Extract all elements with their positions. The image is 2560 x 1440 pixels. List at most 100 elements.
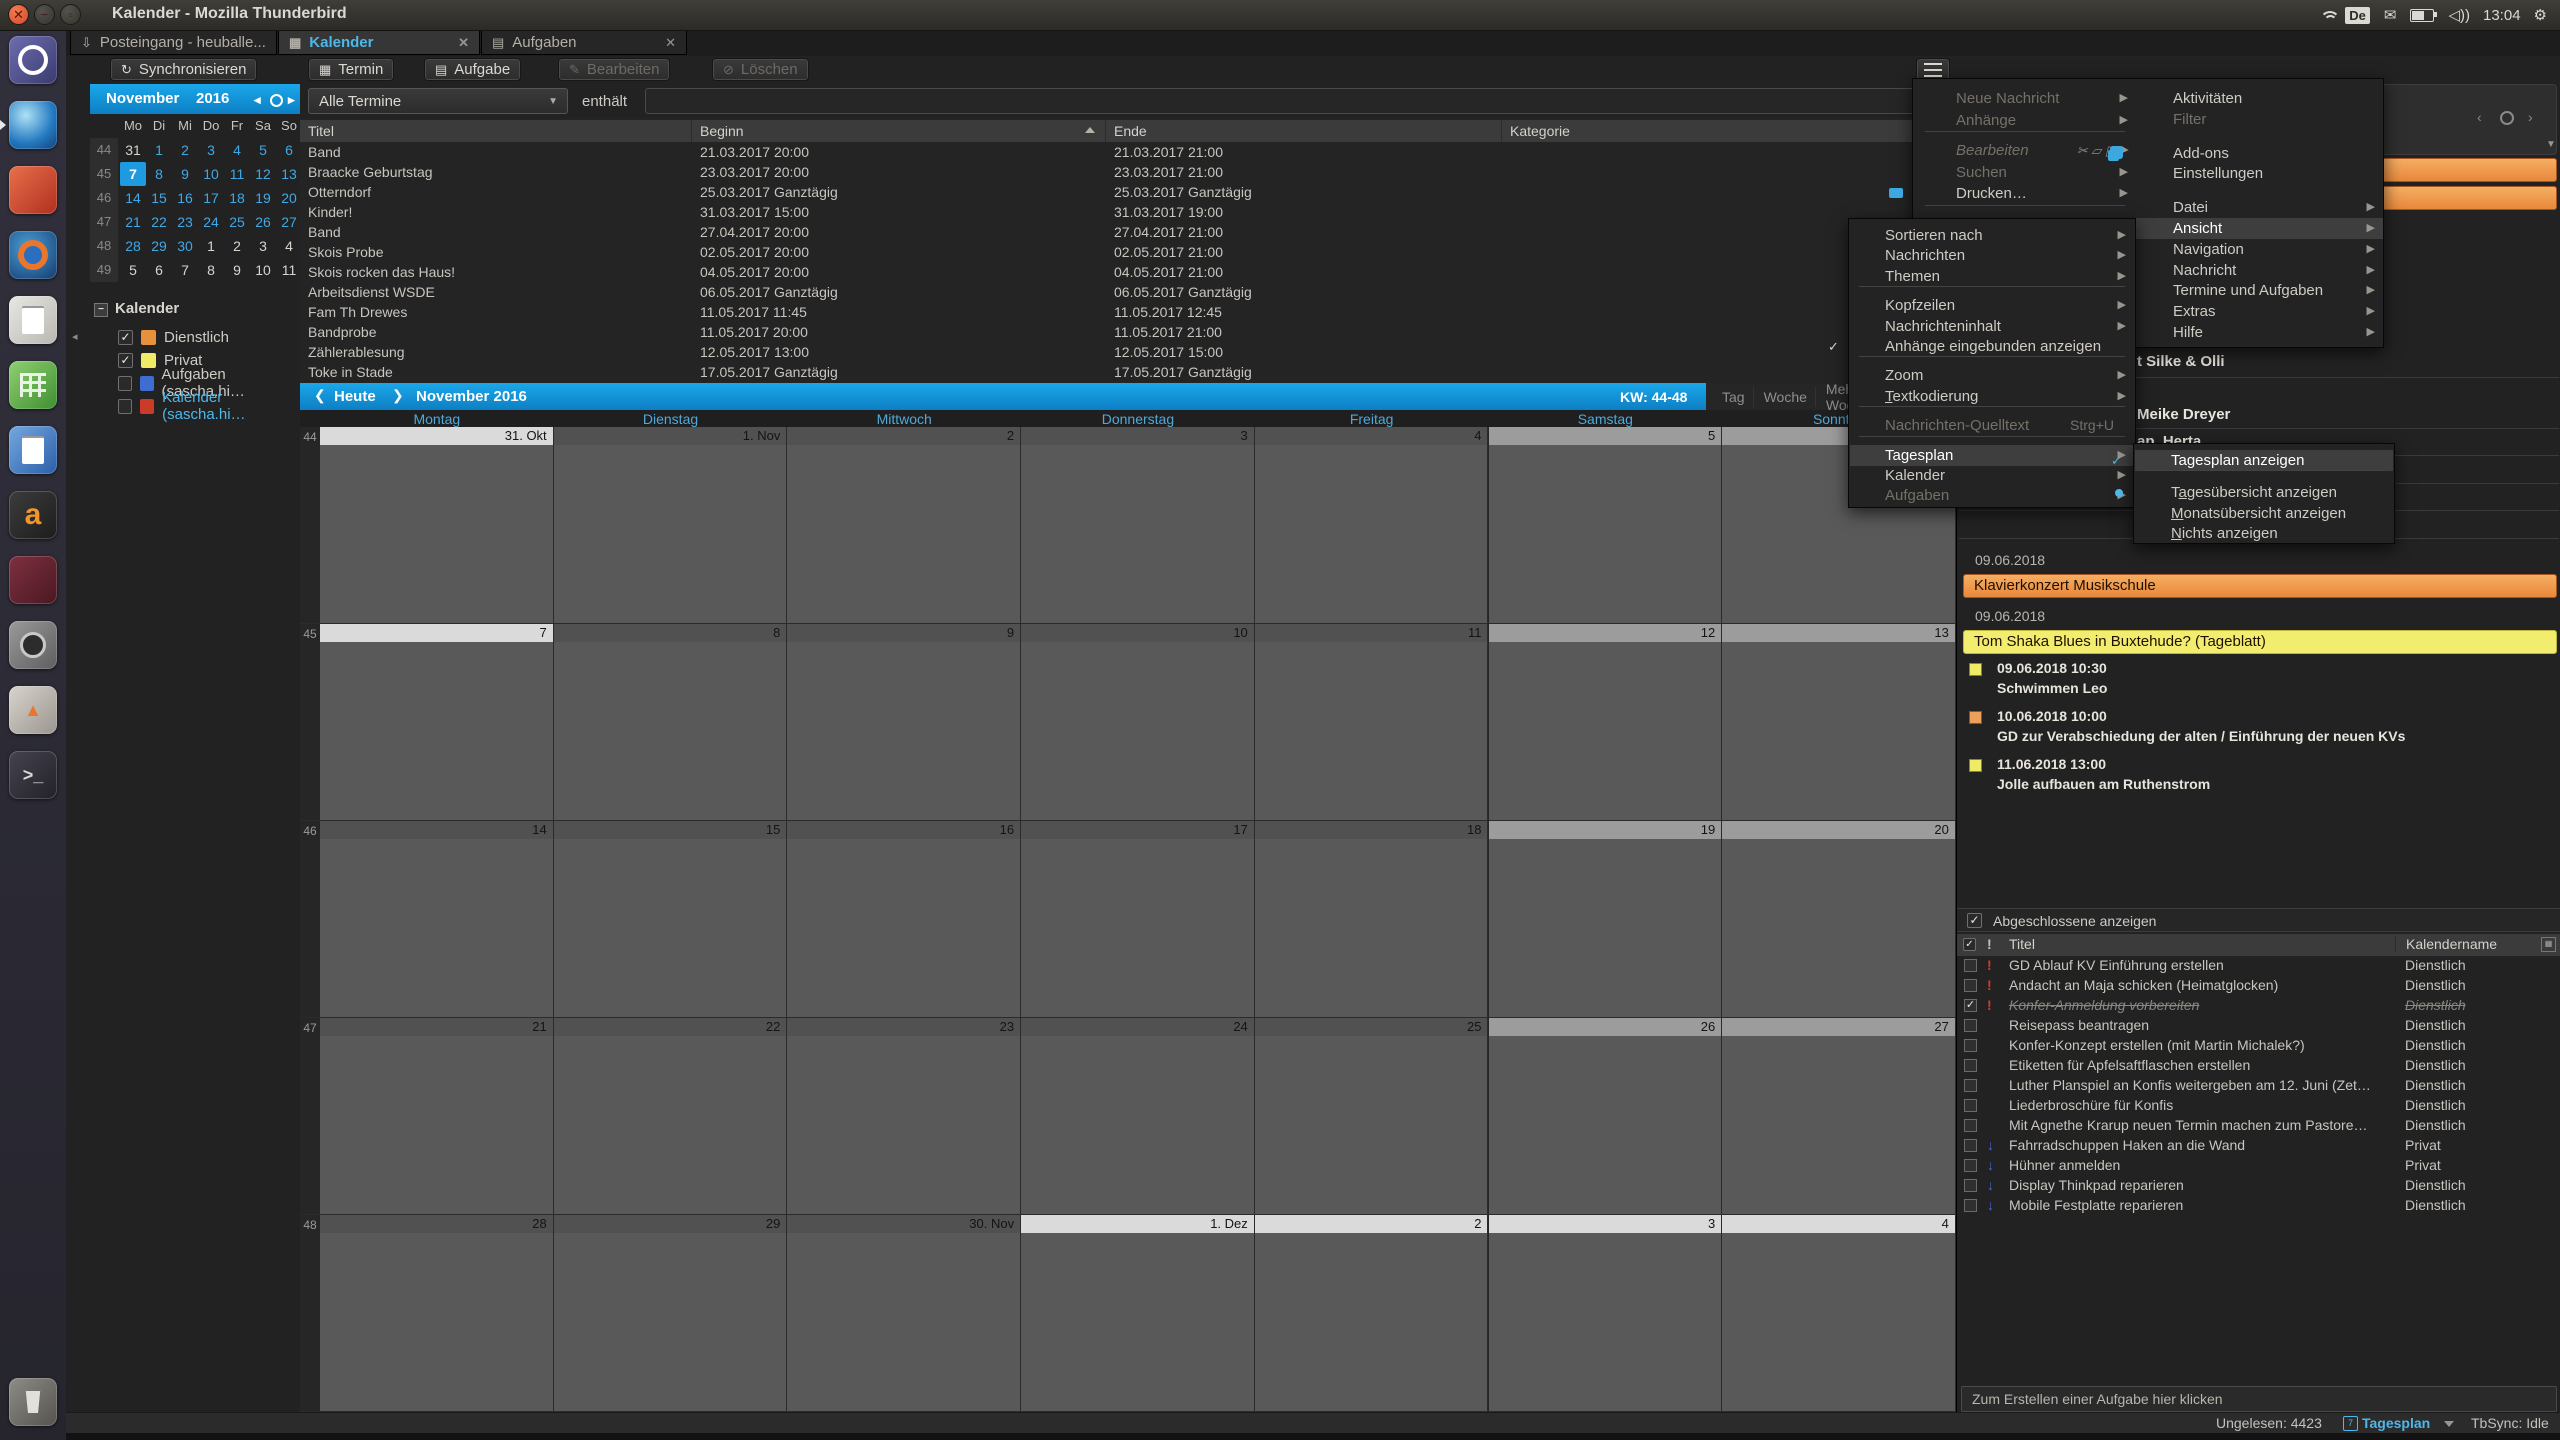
- agenda-item[interactable]: 11.06.2018 13:00Jolle aufbauen am Ruthen…: [1963, 756, 2557, 802]
- task-row[interactable]: ↓Fahrradschuppen Haken an die WandPrivat: [1957, 1136, 2560, 1156]
- menu-item-neue-nachricht[interactable]: Neue Nachricht▶: [1913, 88, 2136, 109]
- minimonth-day[interactable]: 9: [224, 258, 250, 282]
- pane-forward-icon[interactable]: ›: [2528, 109, 2533, 125]
- menu-item-bearbeiten[interactable]: Bearbeiten✂ ▱ ▯▶: [1913, 140, 2136, 161]
- new-task-button[interactable]: ▤ Aufgabe: [424, 58, 521, 81]
- minimonth-day[interactable]: 8: [198, 258, 224, 282]
- month-day-cell[interactable]: 18: [1255, 821, 1489, 1018]
- menu-item-kopfzeilen[interactable]: Kopfzeilen▶: [1850, 295, 2134, 316]
- pane-today-icon[interactable]: [2500, 111, 2514, 125]
- task-checkbox[interactable]: [1964, 1159, 1977, 1172]
- menu-item-nachrichten[interactable]: Nachrichten▶: [1850, 245, 2134, 266]
- tab-posteingang[interactable]: ⇩ Posteingang - heuballe...: [70, 30, 277, 55]
- month-day-cell[interactable]: 29: [554, 1215, 788, 1412]
- event-row[interactable]: Fam Th Drewes11.05.2017 11:4511.05.2017 …: [300, 302, 1956, 322]
- menu-item-nachrichten-quelltext[interactable]: Nachrichten-QuelltextStrg+U: [1850, 415, 2134, 436]
- menu-item-drucken-[interactable]: Drucken…▶: [1913, 183, 2136, 204]
- menu-item-add-ons[interactable]: Add-ons: [2136, 143, 2383, 164]
- event-row[interactable]: Otterndorf25.03.2017 Ganztägig25.03.2017…: [300, 182, 1956, 202]
- calendar-list-item[interactable]: Kalender (sascha.hi…: [118, 395, 300, 417]
- calendar-checkbox[interactable]: ✓: [118, 353, 133, 368]
- new-task-input[interactable]: Zum Erstellen einer Aufgabe hier klicken: [1961, 1386, 2557, 1412]
- task-checkbox[interactable]: [1964, 979, 1977, 992]
- event-row[interactable]: Bandprobe11.05.2017 20:0011.05.2017 21:0…: [300, 322, 1956, 342]
- event-row[interactable]: Skois Probe02.05.2017 20:0002.05.2017 21…: [300, 242, 1956, 262]
- menu-item-textkodierung[interactable]: Textkodierung▶: [1850, 386, 2134, 407]
- task-checkbox[interactable]: [1964, 1059, 1977, 1072]
- vlc-cone-icon[interactable]: ▲: [9, 686, 57, 734]
- minimonth-day[interactable]: 9: [172, 162, 198, 186]
- task-row[interactable]: !Andacht an Maja schicken (Heimatglocken…: [1957, 976, 2560, 996]
- event-column-header[interactable]: Ende: [1106, 120, 1502, 142]
- calendar-checkbox[interactable]: ✓: [118, 330, 133, 345]
- menu-item-sortieren-nach[interactable]: Sortieren nach▶: [1850, 225, 2134, 246]
- month-day-cell[interactable]: 19: [1489, 821, 1723, 1018]
- month-day-cell[interactable]: 2: [787, 427, 1021, 624]
- chevron-down-icon[interactable]: ▼: [2546, 139, 2556, 150]
- minimonth-day[interactable]: 6: [276, 138, 302, 162]
- synchronize-button[interactable]: ↻ Synchronisieren: [110, 58, 257, 81]
- month-day-cell[interactable]: 13: [1722, 624, 1956, 821]
- month-day-cell[interactable]: 30. Nov: [787, 1215, 1021, 1412]
- minimonth-month[interactable]: November: [106, 90, 179, 107]
- minimonth-day[interactable]: 5: [120, 258, 146, 282]
- month-day-cell[interactable]: 26: [1489, 1018, 1723, 1215]
- month-day-cell[interactable]: 24: [1021, 1018, 1255, 1215]
- menu-item-einstellungen[interactable]: Einstellungen: [2136, 163, 2383, 184]
- calendar-checkbox[interactable]: [118, 376, 132, 391]
- minimonth-year[interactable]: 2016: [196, 90, 229, 107]
- month-day-cell[interactable]: 7: [320, 624, 554, 821]
- minimonth-day[interactable]: 20: [276, 186, 302, 210]
- minimonth-day[interactable]: 8: [146, 162, 172, 186]
- allday-event-bar[interactable]: Klavierkonzert Musikschule: [1963, 574, 2557, 598]
- task-checkbox[interactable]: [1964, 1179, 1977, 1192]
- month-day-cell[interactable]: 10: [1021, 624, 1255, 821]
- month-day-cell[interactable]: 11: [1255, 624, 1489, 821]
- task-checkbox[interactable]: [1964, 1039, 1977, 1052]
- battery-icon[interactable]: [2410, 9, 2434, 22]
- task-checkbox[interactable]: [1964, 1099, 1977, 1112]
- task-row[interactable]: ✓!Konfer-Anmeldung vorbereitenDienstlich: [1957, 996, 2560, 1016]
- month-day-cell[interactable]: 16: [787, 821, 1021, 1018]
- event-title-partial[interactable]: t Silke & Olli: [2137, 353, 2225, 370]
- month-day-cell[interactable]: 8: [554, 624, 788, 821]
- minimonth-day[interactable]: 27: [276, 210, 302, 234]
- collapse-twisty-icon[interactable]: −: [94, 303, 108, 317]
- menu-item-aktivitäten[interactable]: Aktivitäten: [2136, 88, 2383, 109]
- allday-event-bar[interactable]: Tom Shaka Blues in Buxtehude? (Tageblatt…: [1963, 630, 2557, 654]
- event-column-header[interactable]: Kategorie: [1502, 120, 1956, 142]
- month-day-cell[interactable]: 3: [1489, 1215, 1723, 1412]
- month-day-cell[interactable]: 9: [787, 624, 1021, 821]
- task-checkbox[interactable]: [1964, 1199, 1977, 1212]
- menu-item-nachricht[interactable]: Nachricht▶: [2136, 260, 2383, 281]
- task-row[interactable]: Luther Planspiel an Konfis weitergeben a…: [1957, 1076, 2560, 1096]
- calendar-list-item[interactable]: ✓Dienstlich: [118, 326, 229, 348]
- red-app-icon[interactable]: [9, 166, 57, 214]
- minimonth-next-icon[interactable]: ▸: [288, 92, 295, 108]
- minimonth-day[interactable]: 10: [198, 162, 224, 186]
- minimonth-day[interactable]: 18: [224, 186, 250, 210]
- menu-item-tagesplan-anzeigen[interactable]: Tagesplan anzeigen✓: [2135, 450, 2393, 471]
- task-checkbox[interactable]: [1964, 1139, 1977, 1152]
- month-day-cell[interactable]: 25: [1255, 1018, 1489, 1215]
- event-column-header[interactable]: Titel: [300, 120, 692, 142]
- minimonth-day[interactable]: 3: [198, 138, 224, 162]
- volume-icon[interactable]: ◁)): [2448, 6, 2470, 24]
- menu-item-anhänge-eingebunden-anzeigen[interactable]: Anhänge eingebunden anzeigen✓: [1850, 336, 2134, 357]
- minimonth-day[interactable]: 2: [172, 138, 198, 162]
- event-row[interactable]: Braacke Geburtstag23.03.2017 20:0023.03.…: [300, 162, 1956, 182]
- task-row[interactable]: ↓Hühner anmeldenPrivat: [1957, 1156, 2560, 1176]
- minimonth-day[interactable]: 7: [172, 258, 198, 282]
- minimonth-day[interactable]: 12: [250, 162, 276, 186]
- next-month-icon[interactable]: ❯: [392, 387, 404, 404]
- event-row[interactable]: Band27.04.2017 20:0027.04.2017 21:00: [300, 222, 1956, 242]
- task-priority-column-icon[interactable]: !: [1987, 936, 1992, 952]
- today-pane-toggle[interactable]: Tagesplan: [2362, 1415, 2430, 1431]
- minimonth-prev-icon[interactable]: ◂: [254, 92, 261, 108]
- task-checkbox[interactable]: [1964, 1119, 1977, 1132]
- event-row[interactable]: Skois rocken das Haus!04.05.2017 20:0004…: [300, 262, 1956, 282]
- menu-item-nichts-anzeigen[interactable]: Nichts anzeigen: [2135, 523, 2393, 544]
- minimonth-day[interactable]: 10: [250, 258, 276, 282]
- menu-item-nachrichteninhalt[interactable]: Nachrichteninhalt▶: [1850, 316, 2134, 337]
- month-day-cell[interactable]: 27: [1722, 1018, 1956, 1215]
